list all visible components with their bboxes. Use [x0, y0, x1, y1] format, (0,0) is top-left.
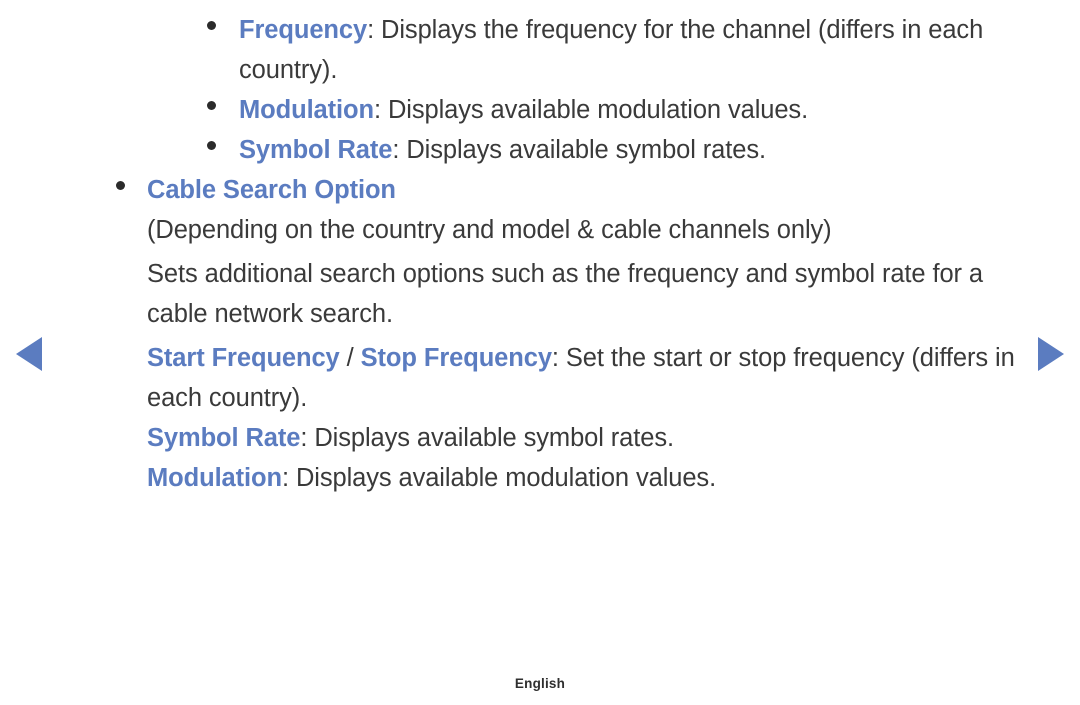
option-term: Symbol Rate [239, 136, 393, 164]
footer-language-label: English [514, 676, 566, 691]
sub-option-term-divider: / [339, 344, 361, 372]
section-heading-cable-search-option: Cable Search Option [0, 170, 1080, 210]
sub-option-text: Start Frequency / Stop Frequency: Set th… [147, 344, 1015, 412]
sub-option-separator: : [551, 344, 566, 372]
list-item-text: Symbol Rate: Displays available symbol r… [239, 136, 766, 164]
list-item-text: Frequency: Displays the frequency for th… [239, 16, 983, 84]
list-item-text: Modulation: Displays available modulatio… [239, 96, 808, 124]
bullet-dot-icon [207, 21, 216, 30]
option-description: Displays available modulation values. [387, 96, 809, 124]
sub-option-text: Modulation: Displays available modulatio… [147, 464, 716, 492]
sub-option-separator: : [281, 464, 296, 492]
sub-option-description: Displays available modulation values. [295, 464, 717, 492]
availability-note: (Depending on the country and model & ca… [0, 210, 1080, 250]
sub-option-separator: : [300, 424, 315, 452]
bullet-dot-icon [207, 101, 216, 110]
list-item: Modulation: Displays available modulatio… [0, 90, 1080, 130]
sub-option-text: Symbol Rate: Displays available symbol r… [147, 424, 674, 452]
option-separator: : [367, 16, 382, 44]
sub-option-term-a: Symbol Rate [147, 424, 301, 452]
section-heading-text: Cable Search Option [147, 176, 396, 204]
availability-note-text: (Depending on the country and model & ca… [147, 216, 832, 244]
page-content: Frequency: Displays the frequency for th… [0, 10, 1080, 498]
sub-option-start-stop-frequency: Start Frequency / Stop Frequency: Set th… [0, 338, 1080, 418]
emanual-page: Frequency: Displays the frequency for th… [0, 0, 1080, 705]
section-description: Sets additional search options such as t… [0, 254, 1080, 334]
sub-option-term-a: Start Frequency [147, 344, 340, 372]
list-item: Symbol Rate: Displays available symbol r… [0, 130, 1080, 170]
sub-option-term-b: Stop Frequency [360, 344, 552, 372]
bullet-dot-icon [207, 141, 216, 150]
sub-option-term-a: Modulation [147, 464, 282, 492]
option-separator: : [392, 136, 407, 164]
list-item: Frequency: Displays the frequency for th… [0, 10, 1080, 90]
option-description: Displays available symbol rates. [406, 136, 766, 164]
sub-option-modulation: Modulation: Displays available modulatio… [0, 458, 1080, 498]
option-separator: : [373, 96, 388, 124]
bullet-dot-icon [116, 181, 125, 190]
sub-option-description: Displays available symbol rates. [314, 424, 674, 452]
section-description-text: Sets additional search options such as t… [147, 260, 984, 328]
option-term: Modulation [239, 96, 374, 124]
section-title: Cable Search Option [147, 176, 396, 204]
sub-option-symbol-rate: Symbol Rate: Displays available symbol r… [0, 418, 1080, 458]
option-term: Frequency [239, 16, 368, 44]
